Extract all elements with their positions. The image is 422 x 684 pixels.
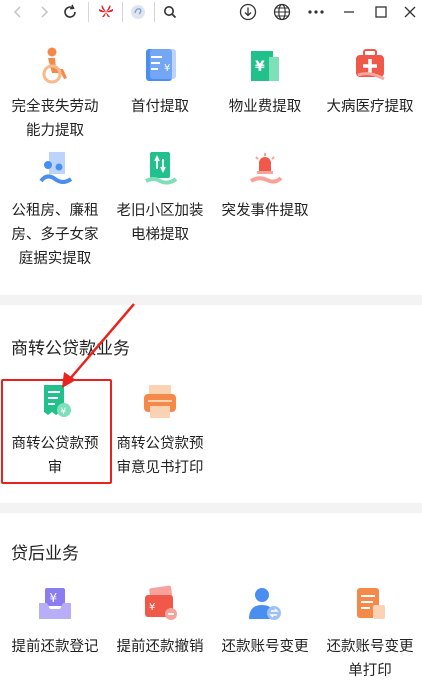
svg-text:¥: ¥ (50, 591, 58, 605)
service-item[interactable]: ¥ 首付提取 (110, 45, 210, 143)
medical-kit-icon (350, 45, 390, 85)
item-label: 突发事件提取 (221, 203, 309, 219)
item-label: 提前还款撤销 (116, 639, 204, 655)
minimize-icon[interactable] (339, 0, 359, 24)
section-divider (0, 503, 422, 513)
wheelchair-icon (35, 45, 75, 85)
item-label: 商转公贷款预审意见书打印 (116, 436, 204, 476)
annotation-arrow (62, 303, 135, 388)
maximize-icon[interactable] (371, 0, 391, 24)
elevator-icon (140, 149, 180, 189)
close-icon[interactable] (400, 0, 420, 24)
card-cancel-icon: ¥ (140, 585, 180, 625)
service-item[interactable]: 老旧小区加装电梯提取 (110, 149, 210, 271)
item-label: 物业费提取 (228, 99, 302, 115)
yen-building-icon: ¥ (245, 45, 285, 85)
globe-icon[interactable] (270, 0, 294, 24)
withdrawal-row-2: 公租房、廉租房、多子女家庭据实提取 老旧小区加装电梯提取 突发事件提取 (0, 149, 422, 271)
reload-icon[interactable] (59, 0, 81, 24)
user-exchange-icon (245, 585, 285, 625)
service-item-loan-opinion-print[interactable]: 商转公贷款预审意见书打印 (110, 382, 210, 480)
service-item[interactable]: 大病医疗提取 (320, 45, 420, 143)
service-item[interactable]: 还款账号变更 (215, 585, 315, 683)
service-item[interactable]: 还款账号变更单打印 (320, 585, 420, 683)
item-label: 大病医疗提取 (326, 99, 414, 115)
service-item[interactable]: 突发事件提取 (215, 149, 315, 271)
annotation-highlight-box (1, 379, 112, 484)
item-label: 首付提取 (131, 99, 189, 115)
post-loan-row: ¥ 提前还款登记 ¥ 提前还款撤销 还款账号变更 还款账号变更单打印 (0, 585, 422, 683)
service-item[interactable]: 完全丧失劳动能力提取 (5, 45, 105, 143)
service-item[interactable]: 公租房、廉租房、多子女家庭据实提取 (5, 149, 105, 271)
search-icon[interactable] (158, 0, 182, 24)
download-icon[interactable] (236, 0, 260, 24)
browser-toolbar (0, 0, 422, 24)
item-label: 老旧小区加装电梯提取 (116, 203, 204, 243)
housing-family-icon (35, 149, 75, 189)
item-label: 提前还款登记 (11, 639, 99, 655)
service-item[interactable]: ¥ 提前还款撤销 (110, 585, 210, 683)
yen-inbox-icon: ¥ (35, 585, 75, 625)
back-arrow-icon[interactable] (8, 0, 28, 24)
service-item[interactable]: ¥ 物业费提取 (215, 45, 315, 143)
huawei-logo-icon[interactable] (93, 0, 119, 24)
yen-document-icon: ¥ (140, 45, 180, 85)
printer-icon (140, 382, 180, 422)
forward-arrow-icon[interactable] (34, 0, 54, 24)
section-title-post-loan: 贷后业务 (11, 544, 79, 563)
svg-text:¥: ¥ (255, 59, 265, 75)
spiral-logo-icon[interactable] (126, 0, 150, 24)
withdrawal-row-1: 完全丧失劳动能力提取 ¥ 首付提取 ¥ 物业费提取 大病医疗提取 (0, 45, 422, 143)
service-item[interactable]: ¥ 提前还款登记 (5, 585, 105, 683)
item-label: 完全丧失劳动能力提取 (11, 99, 99, 139)
item-label: 还款账号变更单打印 (326, 639, 414, 679)
item-label: 公租房、廉租房、多子女家庭据实提取 (11, 203, 99, 267)
svg-text:¥: ¥ (164, 63, 170, 74)
more-icon[interactable] (304, 0, 328, 24)
svg-text:¥: ¥ (149, 602, 155, 613)
document-print-icon (350, 585, 390, 625)
alarm-hand-icon (245, 149, 285, 189)
item-label: 还款账号变更 (221, 639, 309, 655)
